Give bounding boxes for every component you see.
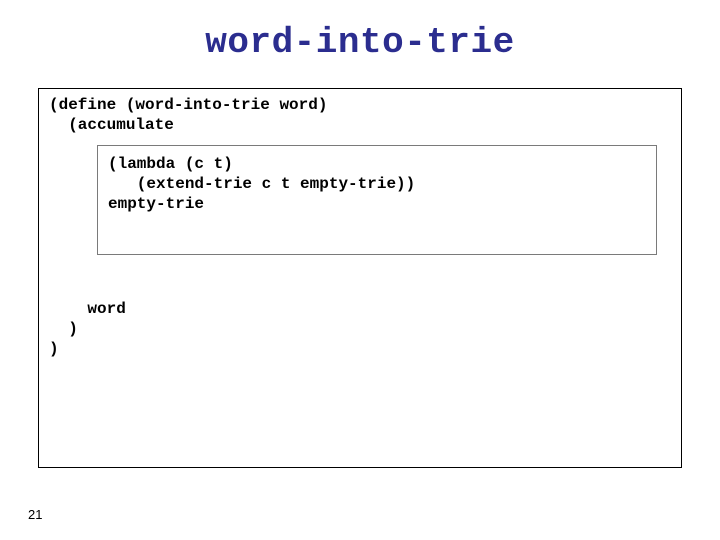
code-define-accumulate: (define (word-into-trie word) (accumulat… [49,95,327,135]
slide-title: word-into-trie [0,0,720,77]
page-number: 21 [28,507,42,522]
code-outer-box: (define (word-into-trie word) (accumulat… [38,88,682,468]
code-lambda-body: (lambda (c t) (extend-trie c t empty-tri… [108,154,415,214]
code-inner-box: (lambda (c t) (extend-trie c t empty-tri… [97,145,657,255]
code-closing: word ) ) [49,299,126,359]
